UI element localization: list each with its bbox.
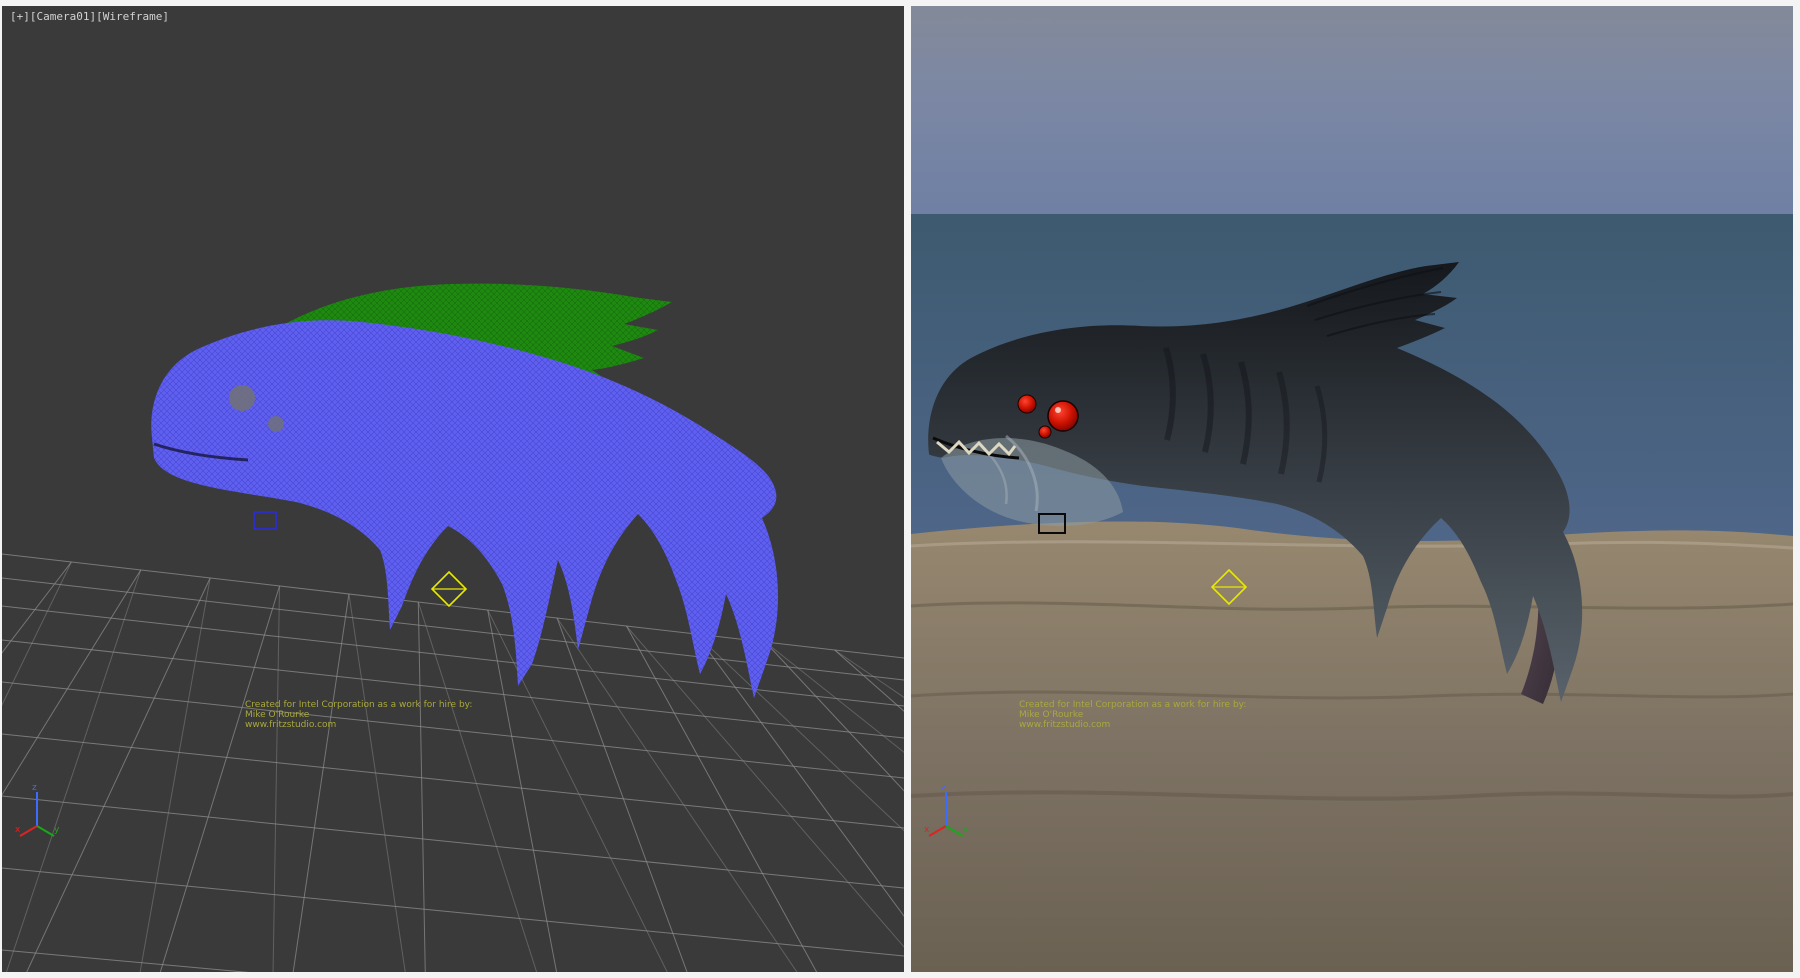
- viewport-label: [+][Camera01][Wireframe]: [10, 10, 169, 23]
- watermark-text: Created for Intel Corporation as a work …: [245, 700, 472, 730]
- fish-body-wire-texture: [151, 320, 778, 698]
- fish-eye-small: [268, 416, 284, 432]
- viewport-menu-camera[interactable]: [Camera01]: [30, 10, 96, 23]
- watermark-line2: Mike O'Rourke: [245, 710, 472, 720]
- viewport-label: [+][Camera01][Shaded]: [919, 10, 1058, 23]
- watermark-line3: www.fritzstudio.com: [245, 720, 472, 730]
- watermark-line1: Created for Intel Corporation as a work …: [1019, 700, 1246, 710]
- wireframe-scene: [2, 6, 904, 972]
- fish-eye-large: [229, 385, 255, 411]
- viewport-menu-plus[interactable]: [+]: [919, 10, 939, 23]
- world-axis-tripod: z x y: [923, 780, 969, 840]
- diamond-gizmo[interactable]: [432, 572, 466, 606]
- fish-eye-small: [1039, 426, 1051, 438]
- axis-label-x: x: [15, 825, 21, 835]
- watermark-text: Created for Intel Corporation as a work …: [1019, 700, 1246, 730]
- axis-label-y: y: [963, 825, 969, 835]
- sky: [911, 6, 1793, 214]
- fish-eye-medium: [1018, 395, 1036, 413]
- sand-floor: [911, 521, 1793, 972]
- viewport-wireframe[interactable]: [+][Camera01][Wireframe] Created for Int…: [2, 6, 904, 972]
- axis-label-x: x: [924, 825, 930, 835]
- viewport-menu-camera[interactable]: [Camera01]: [939, 10, 1005, 23]
- shaded-scene: [911, 6, 1793, 972]
- fish-eye-highlight: [1055, 407, 1061, 413]
- viewport-menu-plus[interactable]: [+]: [10, 10, 30, 23]
- axis-label-z: z: [941, 783, 946, 793]
- viewport-menu-shading-mode[interactable]: [Wireframe]: [96, 10, 169, 23]
- fish-eye-large: [1048, 401, 1078, 431]
- viewport-shaded[interactable]: [+][Camera01][Shaded] Created for Intel …: [911, 6, 1793, 972]
- axis-label-z: z: [32, 783, 37, 793]
- fish-body-wireframe[interactable]: [151, 320, 778, 698]
- world-axis-tripod: z x y: [14, 780, 60, 840]
- watermark-line3: www.fritzstudio.com: [1019, 720, 1246, 730]
- watermark-line2: Mike O'Rourke: [1019, 710, 1246, 720]
- axis-label-y: y: [54, 825, 60, 835]
- watermark-line1: Created for Intel Corporation as a work …: [245, 700, 472, 710]
- selection-rect-gizmo[interactable]: [254, 512, 276, 529]
- viewport-menu-shading-mode[interactable]: [Shaded]: [1005, 10, 1058, 23]
- dual-viewport-stage: [+][Camera01][Wireframe] Created for Int…: [0, 0, 1800, 978]
